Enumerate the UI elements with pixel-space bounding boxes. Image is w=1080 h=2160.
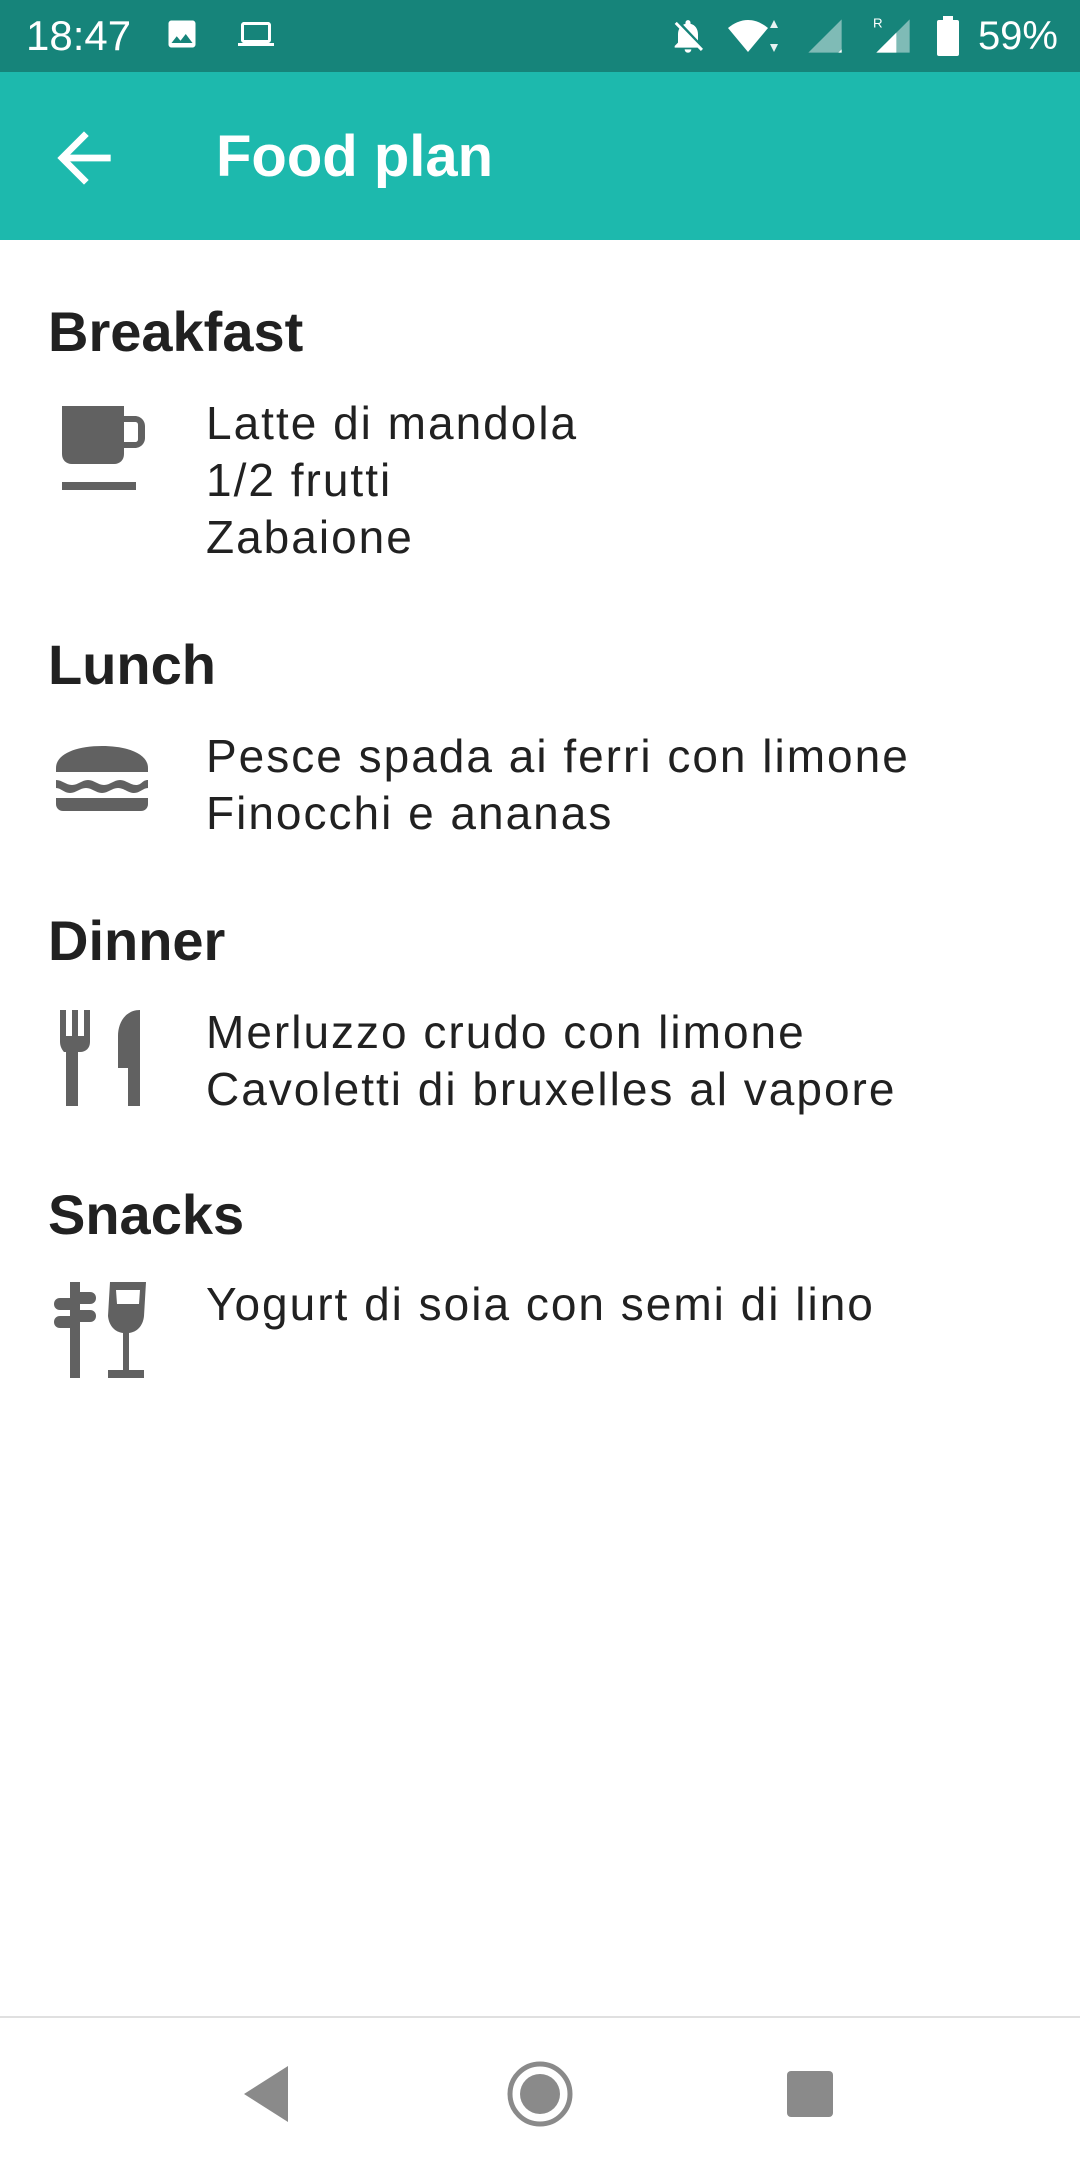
back-button[interactable] [44, 118, 124, 198]
page-title: Food plan [216, 124, 494, 189]
meal-items-snacks: Yogurt di soia con semi di lino [206, 1276, 875, 1333]
meal-item: Finocchi e ananas [206, 787, 614, 839]
battery-percent: 59% [977, 14, 1058, 58]
nav-home-button[interactable] [500, 2054, 580, 2134]
meal-item: Latte di mandola [206, 397, 579, 449]
status-time: 18:47 [26, 12, 132, 59]
meal-items-lunch: Pesce spada ai ferri con limone Finocchi… [206, 728, 910, 842]
nav-recents-button[interactable] [770, 2054, 850, 2134]
status-bar: 18:47 R 59% [0, 0, 1080, 72]
burger-icon [52, 732, 152, 832]
laptop-icon [238, 22, 274, 46]
nav-home-icon [507, 2061, 573, 2127]
snack-drink-icon [52, 1280, 152, 1380]
meal-items-dinner: Merluzzo crudo con limone Cavoletti di b… [206, 1004, 896, 1118]
roaming-signal-icon: R [873, 16, 910, 53]
nav-recents-icon [787, 2071, 833, 2117]
wifi-icon [727, 20, 778, 52]
fork-knife-icon [52, 1008, 152, 1108]
meal-items-breakfast: Latte di mandola 1/2 frutti Zabaione [206, 395, 578, 566]
section-title-dinner: Dinner [48, 909, 226, 972]
system-nav-bar [0, 2018, 1080, 2160]
app-bar: Food plan [0, 72, 1080, 240]
meal-item: Cavoletti di bruxelles al vapore [206, 1063, 897, 1115]
coffee-cup-icon [52, 400, 152, 500]
section-title-snacks: Snacks [48, 1183, 245, 1246]
meal-item: Merluzzo crudo con limone [206, 1006, 806, 1058]
meal-item: Pesce spada ai ferri con limone [206, 730, 910, 782]
arrow-back-icon [57, 131, 111, 185]
nav-back-icon [244, 2066, 288, 2122]
signal-icon [808, 19, 842, 53]
section-title-lunch: Lunch [48, 633, 216, 696]
notifications-off-icon [674, 20, 703, 53]
section-title-breakfast: Breakfast [48, 300, 304, 363]
meal-item: 1/2 frutti [206, 454, 393, 506]
nav-back-button[interactable] [226, 2054, 306, 2134]
meal-item: Zabaione [206, 511, 414, 563]
meal-item: Yogurt di soia con semi di lino [206, 1278, 875, 1330]
image-icon [168, 20, 196, 48]
battery-icon [936, 16, 959, 56]
svg-text:R: R [873, 16, 883, 31]
